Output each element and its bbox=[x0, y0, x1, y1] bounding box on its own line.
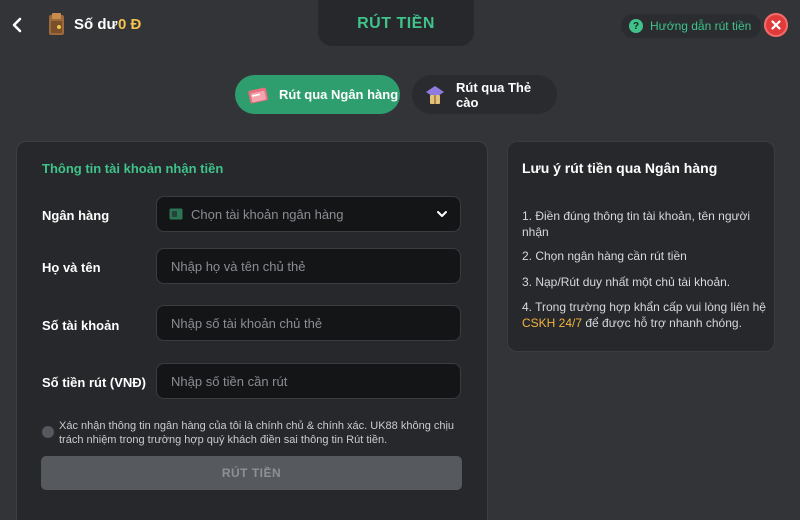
withdraw-submit-button[interactable]: RÚT TIỀN bbox=[41, 456, 462, 490]
wallet-icon bbox=[49, 13, 64, 35]
amount-input[interactable] bbox=[169, 372, 448, 390]
name-field-wrapper bbox=[156, 248, 461, 284]
bank-select[interactable]: Chọn tài khoản ngân hàng bbox=[156, 196, 461, 232]
guide-link-label: Hướng dẫn rút tiền bbox=[650, 19, 752, 33]
support-link[interactable]: CSKH 24/7 bbox=[522, 316, 582, 330]
note-item-1: 1. Điền đúng thông tin tài khoản, tên ng… bbox=[522, 209, 751, 239]
bank-label: Ngân hàng bbox=[42, 208, 110, 223]
full-name-input[interactable] bbox=[169, 257, 448, 275]
card-icon bbox=[425, 85, 444, 104]
chevron-left-icon bbox=[12, 17, 22, 33]
balance-label: Số dư bbox=[74, 16, 118, 33]
note-item-4-suffix: để được hỗ trợ nhanh chóng. bbox=[582, 316, 742, 330]
tab-card-withdraw[interactable]: Rút qua Thẻ cào bbox=[412, 75, 557, 114]
note-item-3: 3. Nạp/Rút duy nhất một chủ tài khoản. bbox=[522, 275, 731, 289]
note-item-4: 4. Trong trường hợp khẩn cấp vui lòng li… bbox=[522, 299, 767, 331]
account-field-wrapper bbox=[156, 305, 461, 341]
bank-book-icon bbox=[248, 87, 268, 103]
confirm-text: Xác nhận thông tin ngân hàng của tôi là … bbox=[59, 420, 455, 446]
back-button[interactable] bbox=[6, 12, 28, 38]
account-label: Số tài khoản bbox=[42, 318, 120, 333]
balance-value: 0 Đ bbox=[118, 16, 142, 33]
tab-bank-withdraw[interactable]: Rút qua Ngân hàng bbox=[235, 75, 400, 114]
question-icon: ? bbox=[629, 19, 643, 33]
page-title: RÚT TIỀN bbox=[357, 15, 435, 32]
close-button[interactable] bbox=[764, 13, 788, 37]
note-item-2: 2. Chọn ngân hàng cần rút tiền bbox=[522, 249, 687, 263]
amount-field-wrapper bbox=[156, 363, 461, 399]
tab-card-label: Rút qua Thẻ cào bbox=[455, 79, 532, 110]
bank-select-placeholder: Chọn tài khoản ngân hàng bbox=[191, 206, 344, 222]
bank-card-icon bbox=[169, 208, 183, 220]
close-icon bbox=[771, 20, 781, 30]
name-label: Họ và tên bbox=[42, 260, 101, 275]
amount-label: Số tiền rút (VNĐ) bbox=[42, 375, 146, 390]
account-number-input[interactable] bbox=[169, 314, 448, 332]
confirm-checkbox[interactable] bbox=[42, 426, 54, 438]
section-title: Thông tin tài khoản nhận tiền bbox=[42, 161, 224, 176]
guide-link[interactable]: ? Hướng dẫn rút tiền bbox=[621, 14, 762, 38]
notes-title: Lưu ý rút tiền qua Ngân hàng bbox=[522, 160, 718, 176]
top-bar: Số dư 0 Đ RÚT TIỀN ? Hướng dẫn rút tiền bbox=[0, 0, 800, 50]
chevron-down-icon bbox=[437, 211, 447, 217]
note-item-4-prefix: 4. Trong trường hợp khẩn cấp vui lòng li… bbox=[522, 300, 766, 314]
tab-bank-label: Rút qua Ngân hàng bbox=[279, 87, 399, 102]
